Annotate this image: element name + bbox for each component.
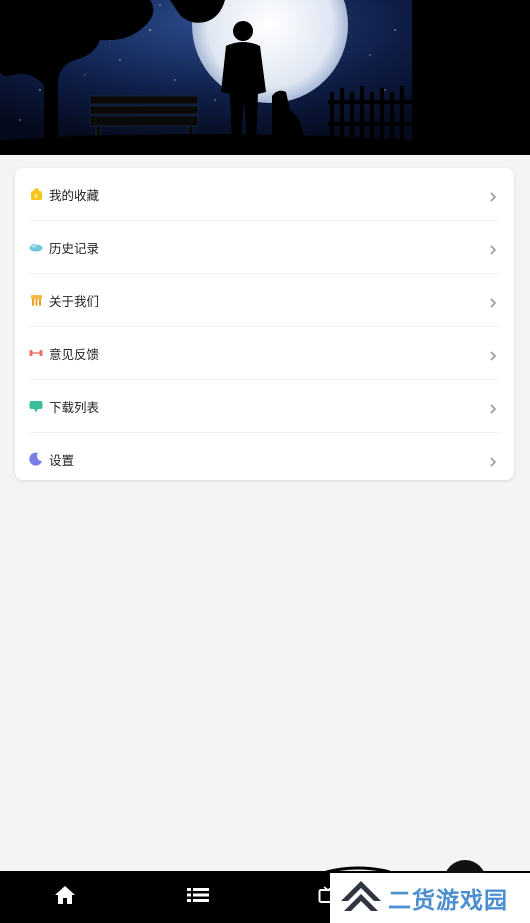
download-list-icon bbox=[29, 399, 43, 413]
nav-list-button[interactable] bbox=[178, 879, 218, 915]
header-banner-image bbox=[0, 0, 530, 155]
menu-item-label: 意见反馈 bbox=[49, 346, 100, 362]
nav-home-button[interactable] bbox=[45, 879, 85, 915]
menu-item-label: 关于我们 bbox=[49, 293, 100, 309]
chevron-right-icon bbox=[488, 347, 498, 361]
favorites-icon: ¥ bbox=[29, 187, 43, 201]
feedback-icon bbox=[29, 346, 43, 360]
home-icon bbox=[54, 885, 76, 909]
chevron-right-icon bbox=[488, 400, 498, 414]
about-icon bbox=[29, 293, 43, 307]
menu-item-label: 我的收藏 bbox=[49, 187, 100, 203]
menu-item-label: 历史记录 bbox=[49, 240, 100, 256]
chevron-right-icon bbox=[488, 453, 498, 467]
chevron-right-icon bbox=[488, 188, 498, 202]
watermark-badge: 二货游戏园 bbox=[330, 873, 530, 923]
watermark-logo-icon bbox=[338, 877, 384, 919]
watermark-text: 二货游戏园 bbox=[388, 888, 508, 914]
menu-item-feedback[interactable]: 意见反馈 bbox=[29, 327, 500, 380]
menu-item-label: 下载列表 bbox=[49, 399, 100, 415]
menu-card: ¥ 我的收藏 历史记录 关于我们 意见反馈 下载列表 设置 bbox=[15, 168, 514, 480]
svg-text:¥: ¥ bbox=[34, 193, 38, 200]
menu-item-settings[interactable]: 设置 bbox=[29, 433, 500, 485]
menu-item-history[interactable]: 历史记录 bbox=[29, 221, 500, 274]
menu-item-label: 设置 bbox=[49, 452, 75, 468]
chevron-right-icon bbox=[488, 294, 498, 308]
chevron-right-icon bbox=[488, 241, 498, 255]
history-icon bbox=[29, 240, 43, 254]
menu-item-about[interactable]: 关于我们 bbox=[29, 274, 500, 327]
settings-icon bbox=[29, 452, 43, 466]
list-icon bbox=[187, 887, 209, 907]
menu-item-download-list[interactable]: 下载列表 bbox=[29, 380, 500, 433]
menu-item-favorites[interactable]: ¥ 我的收藏 bbox=[29, 168, 500, 221]
